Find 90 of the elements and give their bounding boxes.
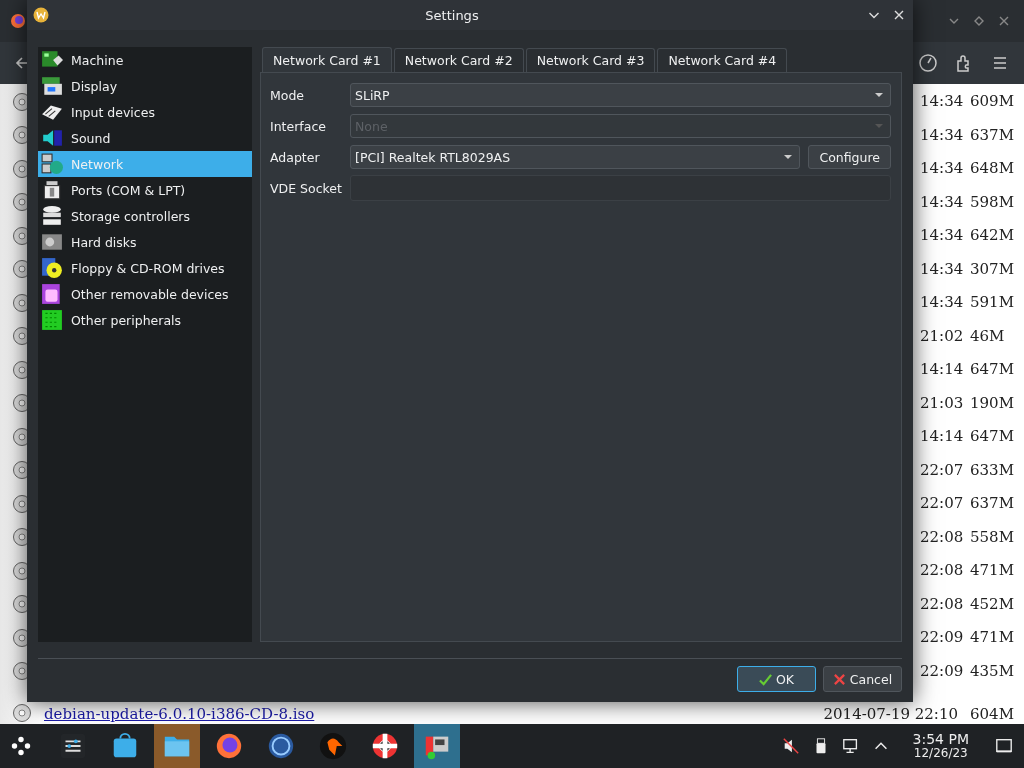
file-size: 435M bbox=[970, 662, 1015, 680]
file-link[interactable]: debian-update-6.0.10-i386-CD-8.iso bbox=[44, 706, 315, 723]
network-icon[interactable] bbox=[841, 737, 860, 755]
file-size: 307M bbox=[970, 260, 1015, 278]
category-item[interactable]: Machine bbox=[38, 47, 252, 73]
bird-icon bbox=[318, 731, 348, 761]
file-time: 21:02 bbox=[920, 327, 964, 345]
file-size: 633M bbox=[970, 461, 1015, 479]
file-size: 46M bbox=[970, 327, 1006, 345]
firefox-icon[interactable] bbox=[10, 13, 26, 29]
file-time: 14:34 bbox=[920, 193, 964, 211]
tab[interactable]: Network Card #1 bbox=[262, 47, 392, 72]
file-size: 591M bbox=[970, 294, 1015, 312]
file-time: 14:34 bbox=[920, 160, 964, 178]
dropdown[interactable]: [PCI] Realtek RTL8029AS bbox=[350, 145, 801, 169]
file-time: 22:09 bbox=[920, 629, 964, 647]
category-item[interactable]: Other peripherals bbox=[38, 307, 252, 333]
field-label: VDE Socket bbox=[270, 180, 343, 196]
field-label: Mode bbox=[270, 87, 306, 103]
tab[interactable]: Network Card #3 bbox=[525, 48, 656, 72]
file-time: 21:03 bbox=[920, 394, 964, 412]
globe-icon bbox=[266, 731, 296, 761]
back-icon[interactable] bbox=[14, 55, 30, 71]
ports-icon bbox=[41, 179, 63, 201]
field-label: Interface bbox=[270, 118, 327, 134]
file-size: 609M bbox=[970, 93, 1015, 111]
file-size: 647M bbox=[970, 361, 1015, 379]
cross-icon bbox=[832, 672, 846, 686]
file-size: 558M bbox=[970, 528, 1015, 546]
cancel-button[interactable]: Cancel bbox=[823, 666, 902, 692]
file-size: 452M bbox=[970, 595, 1015, 613]
file-time: 22:07 bbox=[920, 461, 964, 479]
caret-icon bbox=[874, 123, 884, 129]
sound-icon bbox=[41, 127, 63, 149]
firefox-icon bbox=[214, 731, 244, 761]
gauge-icon[interactable] bbox=[918, 53, 938, 73]
file-size: 598M bbox=[970, 193, 1015, 211]
file-size: 647M bbox=[970, 428, 1015, 446]
file-time: 22:07 bbox=[920, 495, 964, 513]
network-icon bbox=[41, 153, 63, 175]
file-time: 14:14 bbox=[920, 428, 964, 446]
file-size: 471M bbox=[970, 562, 1015, 580]
help-icon bbox=[370, 731, 400, 761]
file-time: 14:34 bbox=[920, 294, 964, 312]
file-size: 471M bbox=[970, 629, 1015, 647]
display-icon bbox=[41, 75, 63, 97]
floppy-icon bbox=[41, 257, 63, 279]
file-time: 14:34 bbox=[920, 227, 964, 245]
file-size: 604M bbox=[970, 706, 1015, 723]
disc-icon bbox=[12, 703, 32, 723]
app-logo-icon bbox=[33, 7, 49, 23]
caret-icon bbox=[874, 92, 884, 98]
caret-icon bbox=[783, 154, 794, 160]
harddisk-icon bbox=[41, 231, 63, 253]
file-date: 2014-07-19 22:10 bbox=[823, 706, 958, 723]
show-desktop-icon[interactable] bbox=[995, 737, 1013, 755]
file-time: 22:08 bbox=[920, 562, 964, 580]
category-item[interactable]: Floppy & CD-ROM drives bbox=[38, 255, 252, 281]
category-item[interactable]: Input devices bbox=[38, 99, 252, 125]
tab[interactable]: Network Card #4 bbox=[657, 48, 788, 72]
category-item[interactable]: Storage controllers bbox=[38, 203, 252, 229]
file-time: 14:14 bbox=[920, 361, 964, 379]
tab[interactable]: Network Card #2 bbox=[393, 48, 524, 72]
category-item[interactable]: Ports (COM & LPT) bbox=[38, 177, 252, 203]
ok-button[interactable]: OK bbox=[737, 666, 816, 692]
muted-speaker-icon[interactable] bbox=[781, 737, 800, 755]
file-size: 637M bbox=[970, 495, 1015, 513]
clock[interactable]: 3:54 PM 12/26/23 bbox=[912, 731, 969, 761]
check-icon bbox=[758, 672, 772, 686]
maximize-icon[interactable] bbox=[973, 15, 985, 27]
close-icon[interactable] bbox=[998, 15, 1010, 27]
file-time: 22:09 bbox=[920, 662, 964, 680]
file-size: 642M bbox=[970, 227, 1015, 245]
storage-icon bbox=[41, 205, 63, 227]
file-time: 22:08 bbox=[920, 595, 964, 613]
window-title: Settings bbox=[424, 7, 480, 23]
file-time: 14:34 bbox=[920, 126, 964, 144]
file-time: 22:08 bbox=[920, 528, 964, 546]
category-item[interactable]: Sound bbox=[38, 125, 252, 151]
category-item[interactable]: Hard disks bbox=[38, 229, 252, 255]
category-item[interactable]: Other removable devices bbox=[38, 281, 252, 307]
field-label: Adapter bbox=[270, 149, 321, 165]
file-time: 14:34 bbox=[920, 93, 964, 111]
dropdown[interactable]: SLiRP bbox=[350, 83, 891, 107]
category-item[interactable]: Display bbox=[38, 73, 252, 99]
file-size: 637M bbox=[970, 126, 1015, 144]
configure-button[interactable]: Configure bbox=[808, 145, 891, 169]
file-size: 190M bbox=[970, 394, 1015, 412]
file-time: 14:34 bbox=[920, 260, 964, 278]
file-size: 648M bbox=[970, 160, 1015, 178]
